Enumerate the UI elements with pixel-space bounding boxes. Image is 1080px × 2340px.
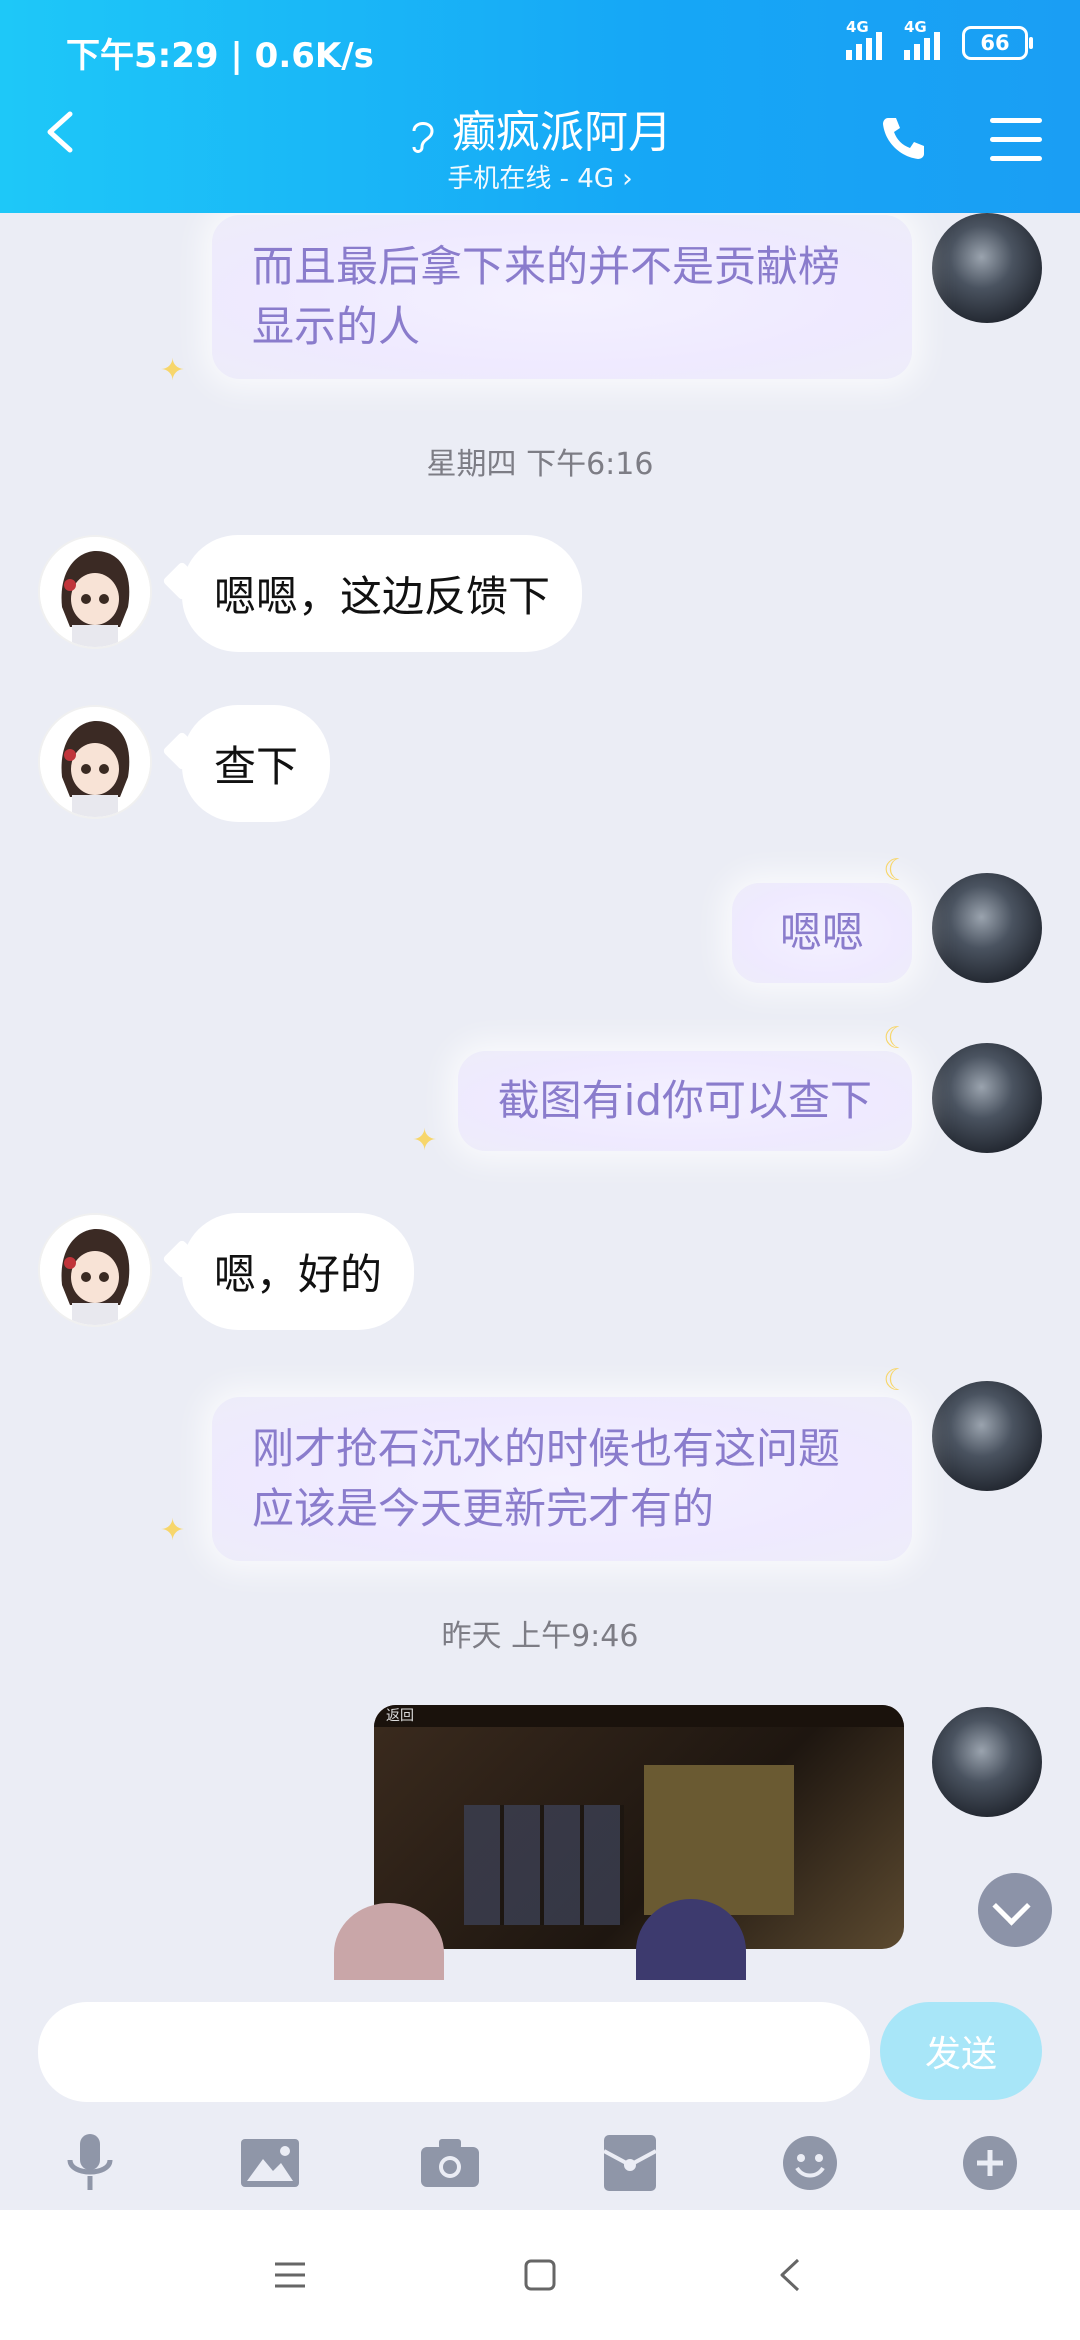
ear-icon: [412, 122, 434, 153]
timestamp: 昨天 上午9:46: [441, 1619, 639, 1654]
camera-icon[interactable]: [417, 2130, 483, 2196]
contact-message-bubble[interactable]: 嗯嗯，这边反馈下: [182, 535, 583, 652]
contact-avatar[interactable]: [38, 535, 152, 649]
star-icon: ✦: [160, 1513, 186, 1548]
scroll-to-bottom-button[interactable]: [978, 1873, 1052, 1947]
system-navigation-bar: [0, 2210, 1080, 2340]
status-icons: 4G 4G 66: [846, 18, 1033, 60]
network-label: 4G: [846, 18, 869, 36]
plus-icon[interactable]: [957, 2130, 1023, 2196]
my-avatar[interactable]: [932, 1707, 1042, 1817]
girl-avatar-icon: [40, 537, 150, 647]
my-message-bubble[interactable]: 嗯嗯: [731, 883, 912, 983]
battery-icon: 66: [962, 26, 1033, 60]
game-back-label: 返回: [374, 1705, 904, 1727]
my-message-bubble[interactable]: 而且最后拿下来的并不是贡献榜显示的人: [212, 215, 912, 379]
contact-name-text: 癫疯派阿月: [452, 107, 672, 158]
my-avatar[interactable]: [932, 1381, 1042, 1491]
game-board: [644, 1765, 794, 1915]
signal-icon: 4G: [904, 18, 940, 60]
contact-avatar[interactable]: [38, 705, 152, 819]
my-message-bubble[interactable]: 刚才抢石沉水的时候也有这问题应该是今天更新完才有的: [212, 1397, 912, 1561]
microphone-icon[interactable]: [57, 2130, 123, 2196]
image-message[interactable]: 返回: [374, 1705, 904, 1949]
toolbar: [0, 2130, 1080, 2196]
contact-message-bubble[interactable]: 查下: [182, 705, 331, 822]
network-label: 4G: [904, 18, 927, 36]
moon-icon: ☾: [883, 1021, 910, 1056]
menu-icon[interactable]: [990, 118, 1042, 162]
chat-header: 下午5:29 | 0.6K/s 4G 4G 66 癫疯派阿月 手机在线 - 4G…: [0, 0, 1080, 213]
contact-avatar[interactable]: [38, 1213, 152, 1327]
my-message-bubble[interactable]: 截图有id你可以查下: [457, 1051, 912, 1151]
red-packet-icon[interactable]: [597, 2130, 663, 2196]
my-avatar[interactable]: [932, 213, 1042, 323]
status-time-speed: 下午5:29 | 0.6K/s: [66, 36, 374, 76]
send-button[interactable]: 发送: [880, 2002, 1042, 2100]
message-list[interactable]: 而且最后拿下来的并不是贡献榜显示的人 ✦ 星期四 下午6:16 嗯嗯，这边反馈下…: [0, 213, 1080, 2003]
image-icon[interactable]: [237, 2130, 303, 2196]
moon-icon: ☾: [883, 853, 910, 888]
my-avatar[interactable]: [932, 1043, 1042, 1153]
star-icon: ✦: [412, 1123, 438, 1158]
moon-icon: ☾: [883, 1363, 910, 1398]
home-icon[interactable]: [520, 2255, 560, 2295]
girl-avatar-icon: [40, 707, 150, 817]
signal-icon: 4G: [846, 18, 882, 60]
menu-icon[interactable]: [270, 2255, 310, 2295]
phone-call-icon[interactable]: [878, 112, 930, 164]
input-bar: 发送: [0, 1980, 1080, 2210]
contact-message-bubble[interactable]: 嗯，好的: [182, 1213, 415, 1330]
my-avatar[interactable]: [932, 873, 1042, 983]
game-inventory-grid: [464, 1805, 624, 1925]
star-icon: ✦: [160, 353, 186, 388]
back-icon[interactable]: [770, 2255, 810, 2295]
emoji-icon[interactable]: [777, 2130, 843, 2196]
girl-avatar-icon: [40, 1215, 150, 1325]
timestamp: 星期四 下午6:16: [426, 447, 654, 482]
message-input[interactable]: [38, 2002, 870, 2102]
